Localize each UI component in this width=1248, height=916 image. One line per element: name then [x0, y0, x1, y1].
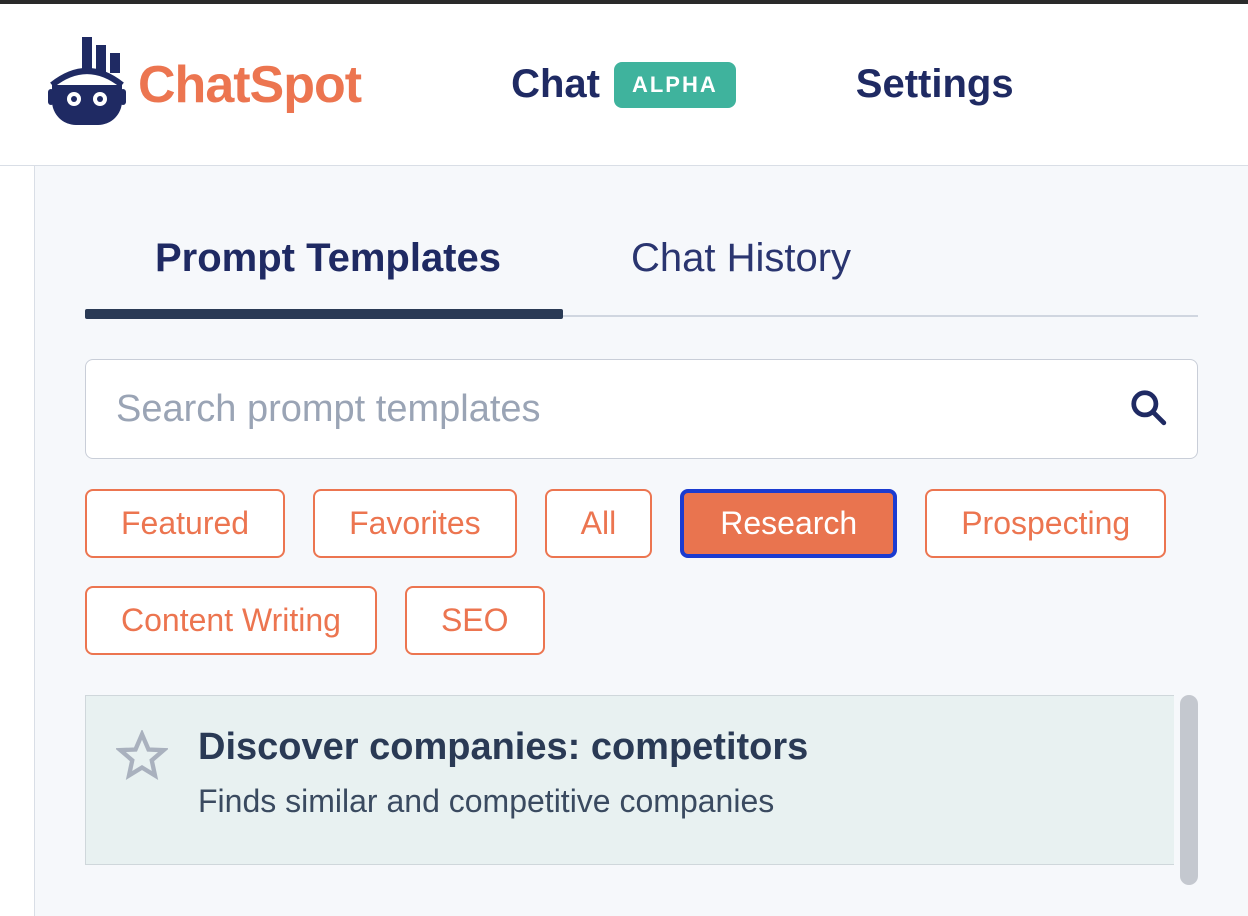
scrollbar-thumb[interactable]: [1180, 695, 1198, 885]
search-bar[interactable]: [85, 359, 1198, 459]
tab-prompt-templates-label: Prompt Templates: [155, 236, 501, 280]
tabs: Prompt Templates Chat History: [85, 236, 1198, 281]
nav-settings-label: Settings: [856, 62, 1014, 107]
nav-chat[interactable]: Chat ALPHA: [511, 62, 736, 108]
search-input[interactable]: [116, 388, 1129, 431]
app-header: ChatSpot Chat ALPHA Settings: [0, 4, 1248, 166]
brand-mark-icon: [48, 37, 126, 132]
chip-favorites[interactable]: Favorites: [313, 489, 517, 558]
tab-underline: [85, 309, 1198, 319]
tab-chat-history[interactable]: Chat History: [631, 236, 851, 281]
brand-name: ChatSpot: [138, 55, 361, 115]
star-icon[interactable]: [116, 730, 168, 820]
top-nav: Chat ALPHA Settings: [511, 62, 1013, 108]
results-area: Discover companies: competitors Finds si…: [85, 695, 1198, 865]
chip-seo[interactable]: SEO: [405, 586, 545, 655]
chip-research[interactable]: Research: [680, 489, 897, 558]
template-card[interactable]: Discover companies: competitors Finds si…: [85, 695, 1174, 865]
tab-chat-history-label: Chat History: [631, 236, 851, 280]
alpha-badge: ALPHA: [614, 62, 736, 108]
filter-chips: Featured Favorites All Research Prospect…: [85, 489, 1198, 655]
template-card-description: Finds similar and competitive companies: [198, 783, 808, 820]
nav-settings[interactable]: Settings: [856, 62, 1014, 107]
chip-prospecting[interactable]: Prospecting: [925, 489, 1166, 558]
tab-prompt-templates[interactable]: Prompt Templates: [155, 236, 501, 281]
nav-chat-label: Chat: [511, 62, 600, 107]
template-card-text: Discover companies: competitors Finds si…: [198, 726, 808, 820]
chip-content-writing[interactable]: Content Writing: [85, 586, 377, 655]
brand-logo: ChatSpot: [48, 37, 361, 132]
template-card-title: Discover companies: competitors: [198, 726, 808, 769]
page-body: Prompt Templates Chat History Featured F…: [34, 166, 1248, 916]
chip-all[interactable]: All: [545, 489, 653, 558]
search-icon[interactable]: [1129, 388, 1167, 431]
chip-featured[interactable]: Featured: [85, 489, 285, 558]
